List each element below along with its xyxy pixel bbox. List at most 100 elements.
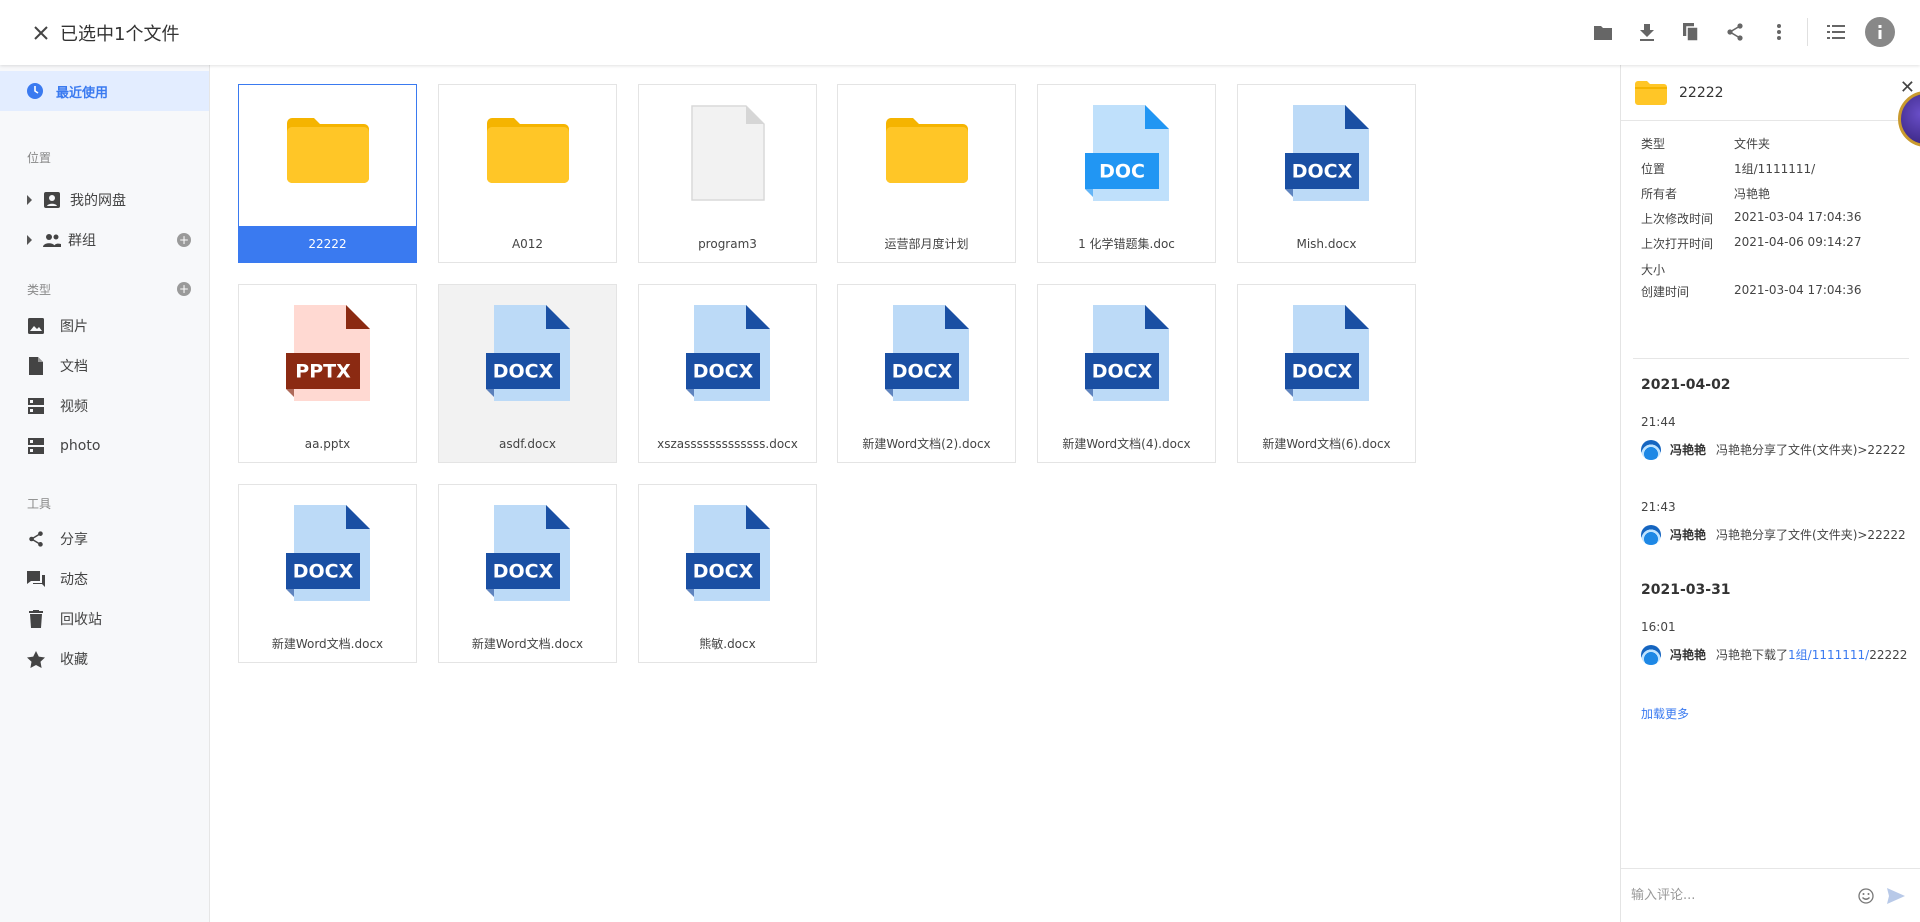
sidebar-item-share[interactable]: 分享	[0, 522, 209, 556]
activity-entry: 冯艳艳 冯艳艳下载了1组/1111111/22222	[1641, 643, 1909, 667]
file-name: xszasssssssssssss.docx	[657, 437, 798, 451]
selection-title: 已选中1个文件	[60, 23, 180, 45]
move-to-folder-button[interactable]	[1581, 12, 1625, 52]
section-label-location: 位置	[27, 151, 52, 165]
property-row: 所有者 冯艳艳	[1641, 185, 1770, 202]
property-key: 位置	[1641, 162, 1666, 176]
sidebar-item-label: 群组	[68, 233, 96, 249]
sidebar-item-favorites[interactable]: 收藏	[0, 642, 209, 676]
file-type-badge: DOCX	[492, 561, 553, 583]
docx-file-icon: DOCX	[285, 505, 370, 601]
activity-user: 冯艳艳	[1670, 443, 1707, 457]
copy-button[interactable]	[1669, 12, 1713, 52]
clock-icon	[26, 82, 44, 100]
send-button[interactable]	[1881, 887, 1911, 904]
docx-file-icon: DOCX	[685, 505, 770, 601]
activity-path-link[interactable]: 1组/1111111/	[1788, 648, 1869, 662]
property-row: 上次打开时间 2021-04-06 09:14:27	[1641, 235, 1861, 252]
activity-time: 16:01	[1641, 620, 1676, 634]
share-icon	[26, 531, 46, 547]
star-icon	[26, 650, 46, 668]
file-name: 22222	[239, 226, 416, 262]
file-tile[interactable]: DOCX 新建Word文档.docx	[438, 484, 617, 663]
sidebar-item-label: photo	[60, 438, 101, 454]
activity-text: 冯艳艳分享了文件(文件夹)>22222	[1716, 528, 1906, 542]
folder-tile[interactable]: 22222	[238, 84, 417, 263]
sidebar-item-videos[interactable]: 视频	[0, 389, 209, 423]
sidebar-item-trash[interactable]: 回收站	[0, 602, 209, 636]
download-button[interactable]	[1625, 12, 1669, 52]
details-file-name: 22222	[1679, 84, 1724, 101]
activity-time: 21:43	[1641, 500, 1676, 514]
share-button[interactable]	[1713, 12, 1757, 52]
emoji-icon	[1858, 887, 1874, 904]
load-more-link[interactable]: 加载更多	[1641, 705, 1689, 722]
file-name: program3	[698, 237, 757, 251]
emoji-button[interactable]	[1851, 887, 1881, 904]
document-icon	[26, 357, 46, 375]
sidebar-item-my-drive[interactable]: 我的网盘	[0, 183, 209, 217]
property-row: 位置 1组/1111111/	[1641, 160, 1815, 177]
file-type-badge: DOCX	[692, 561, 753, 583]
docx-file-icon: DOCX	[884, 305, 969, 401]
file-tile[interactable]: DOCX Mish.docx	[1237, 84, 1416, 263]
expand-arrow-icon[interactable]	[27, 235, 32, 245]
divider	[1633, 358, 1909, 359]
property-value: 2021-03-04 17:04:36	[1734, 210, 1862, 224]
property-key: 所有者	[1641, 187, 1678, 201]
folder-icon	[286, 118, 369, 183]
property-key: 创建时间	[1641, 285, 1690, 299]
close-selection-button[interactable]	[30, 22, 52, 44]
folder-tile[interactable]: A012	[438, 84, 617, 263]
sidebar-item-recent[interactable]: 最近使用	[0, 71, 209, 111]
file-tile[interactable]: DOCX 熊敏.docx	[638, 484, 817, 663]
activity-date: 2021-03-31	[1641, 582, 1731, 598]
folder-icon	[1635, 80, 1667, 105]
info-button[interactable]	[1858, 12, 1902, 52]
comment-input[interactable]	[1631, 880, 1851, 911]
sidebar-item-photo[interactable]: photo	[0, 429, 209, 463]
sidebar-item-documents[interactable]: 文档	[0, 349, 209, 383]
video-icon	[26, 398, 46, 414]
sidebar-item-images[interactable]: 图片	[0, 309, 209, 343]
comments-icon	[26, 571, 46, 587]
sidebar-item-label: 我的网盘	[70, 193, 126, 209]
file-name: asdf.docx	[498, 437, 557, 451]
file-tile[interactable]: DOC 1 化学错题集.doc	[1037, 84, 1216, 263]
file-tile[interactable]: DOCX asdf.docx	[438, 284, 617, 463]
file-type-badge: DOCX	[1091, 361, 1152, 383]
more-options-button[interactable]	[1757, 12, 1801, 52]
add-group-icon[interactable]: +	[177, 233, 191, 247]
toolbar	[1581, 12, 1902, 52]
info-icon	[1865, 17, 1895, 47]
activity-text: 冯艳艳下载了1组/1111111/22222	[1716, 648, 1908, 662]
sidebar-item-groups[interactable]: 群组 +	[0, 223, 209, 257]
file-grid: 22222 A012 program3 运营部月度计划 DOC 1 化学错题集.doc DO…	[210, 65, 1620, 922]
details-header: 22222 ✕	[1621, 65, 1920, 121]
file-name: 新建Word文档(6).docx	[1262, 437, 1391, 451]
user-avatar	[1641, 440, 1661, 460]
file-tile[interactable]: DOCX 新建Word文档(2).docx	[837, 284, 1016, 463]
list-view-button[interactable]	[1814, 12, 1858, 52]
file-tile[interactable]: DOCX xszasssssssssssss.docx	[638, 284, 817, 463]
folder-tile[interactable]: 运营部月度计划	[837, 84, 1016, 263]
file-type-badge: DOCX	[692, 361, 753, 383]
details-panel: 22222 ✕ 类型 文件夹 位置 1组/1111111/所有者 冯艳艳 上次修改时间 20…	[1620, 65, 1920, 922]
file-name: 新建Word文档(2).docx	[862, 437, 991, 451]
file-type-badge: DOCX	[1291, 161, 1352, 183]
file-tile[interactable]: DOCX 新建Word文档(6).docx	[1237, 284, 1416, 463]
activity-date: 2021-04-02	[1641, 377, 1731, 393]
sidebar: 最近使用 位置 我的网盘 群组 + 类型 + 图片 文档 视频 photo 工具…	[0, 65, 210, 922]
file-tile[interactable]: program3	[638, 84, 817, 263]
file-tile[interactable]: PPTX aa.pptx	[238, 284, 417, 463]
add-type-icon[interactable]: +	[177, 282, 191, 296]
file-tile[interactable]: DOCX 新建Word文档.docx	[238, 484, 417, 663]
folder-icon	[885, 118, 968, 183]
list-view-icon	[1827, 25, 1845, 39]
property-row: 上次修改时间 2021-03-04 17:04:36	[1641, 210, 1861, 227]
user-avatar	[1641, 525, 1661, 545]
toolbar-divider	[1807, 18, 1808, 46]
sidebar-item-activity[interactable]: 动态	[0, 562, 209, 596]
file-tile[interactable]: DOCX 新建Word文档(4).docx	[1037, 284, 1216, 463]
expand-arrow-icon[interactable]	[27, 195, 32, 205]
